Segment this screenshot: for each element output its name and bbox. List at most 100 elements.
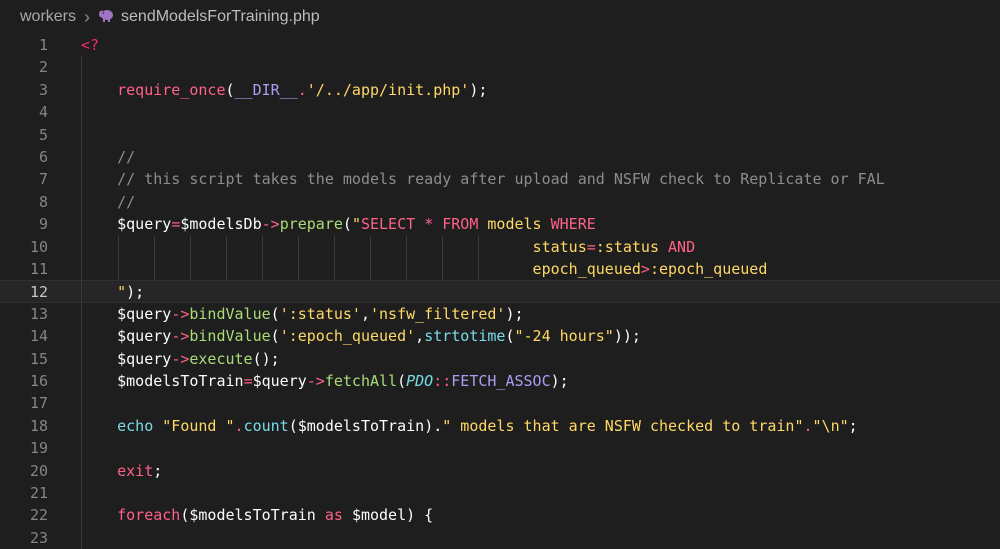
code-line[interactable]: 21 [0, 482, 1000, 504]
code-token: strtotime [424, 327, 506, 346]
code-token: $modelsDb [180, 215, 262, 234]
indent-guide [334, 235, 335, 281]
code-token: AND [668, 237, 696, 256]
line-number: 10 [29, 237, 48, 256]
code-token: "-24 hours" [514, 327, 614, 346]
code-line[interactable]: 6 // [0, 146, 1000, 168]
code-token: -> [171, 349, 190, 368]
line-number: 13 [29, 304, 48, 323]
indent-guide [226, 235, 227, 281]
code-token: models [487, 215, 551, 234]
code-line[interactable]: 12 "); [0, 280, 1000, 303]
code-text: // [81, 191, 135, 213]
code-token: -> [261, 215, 280, 234]
code-token: , [415, 327, 425, 346]
line-number: 19 [29, 439, 48, 458]
code-token: // [81, 192, 136, 211]
code-line[interactable]: 23 [0, 527, 1000, 549]
code-line[interactable]: 2 [0, 56, 1000, 78]
code-token: ( [225, 80, 235, 99]
code-line[interactable]: 9 $query=$modelsDb->prepare("SELECT * FR… [0, 213, 1000, 235]
code-text: $query->bindValue(':epoch_queued',strtot… [81, 325, 641, 347]
code-line[interactable]: 14 $query->bindValue(':epoch_queued',str… [0, 325, 1000, 347]
code-text: $query->bindValue(':status','nsfw_filter… [81, 303, 523, 325]
line-number: 11 [29, 260, 48, 278]
code-line[interactable]: 7 // this script takes the models ready … [0, 168, 1000, 190]
code-token: __DIR__ [234, 80, 298, 99]
code-token: . [297, 80, 307, 99]
indent-guide [298, 235, 299, 281]
code-token: $modelsToTrain [189, 506, 325, 525]
code-token: = [586, 237, 596, 256]
code-line[interactable]: 4 [0, 101, 1000, 123]
code-token: $query [117, 349, 172, 368]
code-token: "Found " [162, 416, 235, 435]
code-line[interactable]: 16 $modelsToTrain=$query->fetchAll(PDO::… [0, 370, 1000, 392]
code-token: status [532, 237, 587, 256]
code-line[interactable]: 19 [0, 437, 1000, 459]
code-token: ). [424, 416, 443, 435]
indent-guide [406, 235, 407, 281]
breadcrumb: workers › sendModelsForTraining.php [0, 0, 1000, 34]
code-line[interactable]: 3 require_once(__DIR__.'/../app/init.php… [0, 79, 1000, 101]
code-token: -> [306, 372, 325, 390]
code-token: ( [505, 327, 515, 346]
code-line[interactable]: 8 // [0, 191, 1000, 213]
code-text: foreach($modelsToTrain as $model) { [81, 504, 433, 526]
code-token: // [81, 148, 136, 166]
code-editor[interactable]: 1 <? 2 3 require_once(__DIR__.'/../app/init… [0, 34, 1000, 549]
code-line[interactable]: 1 <? [0, 34, 1000, 56]
code-text: "); [81, 281, 144, 303]
code-line[interactable]: 5 [0, 124, 1000, 146]
code-line[interactable]: 10 status=:status AND [0, 236, 1000, 258]
code-token: ( [342, 215, 352, 234]
line-number: 9 [38, 215, 48, 234]
code-line[interactable]: 18 echo "Found ".count($modelsToTrain)."… [0, 415, 1000, 437]
line-number: 21 [29, 484, 48, 502]
code-token: ( [270, 304, 280, 323]
code-line[interactable]: 13 $query->bindValue(':status','nsfw_fil… [0, 303, 1000, 325]
code-token: -> [171, 304, 190, 323]
code-token: , [360, 304, 370, 323]
breadcrumb-file[interactable]: sendModelsForTraining.php [121, 8, 320, 26]
indent-guide [154, 235, 155, 281]
code-token: ; [848, 416, 858, 435]
code-token: $query [117, 327, 172, 346]
line-number: 4 [38, 103, 48, 122]
code-token: $query [117, 215, 172, 234]
code-token: $query [252, 372, 307, 390]
code-token: ; [153, 461, 163, 480]
line-number: 1 [38, 36, 48, 54]
code-token: fetchAll [324, 372, 398, 390]
code-token: bindValue [189, 304, 271, 323]
indent-guide [370, 235, 371, 281]
code-token: echo [117, 416, 163, 435]
code-token: . [234, 416, 244, 435]
code-token: ) { [406, 506, 434, 525]
code-token: ':epoch_queued' [279, 327, 416, 346]
code-line[interactable]: 20 exit; [0, 460, 1000, 482]
code-line[interactable]: 11 epoch_queued>:epoch_queued [0, 258, 1000, 280]
code-token: (); [252, 349, 280, 368]
code-token: 'nsfw_filtered' [370, 304, 506, 323]
line-number: 18 [29, 416, 48, 435]
code-token: execute [189, 349, 253, 368]
line-number: 23 [29, 528, 48, 547]
code-token: FETCH_ASSOC [451, 372, 551, 390]
line-number: 3 [38, 80, 48, 99]
code-line[interactable]: 22 foreach($modelsToTrain as $model) { [0, 504, 1000, 526]
code-token: WHERE [550, 215, 596, 234]
breadcrumb-folder[interactable]: workers [20, 8, 76, 26]
code-token: " [117, 283, 127, 302]
code-line[interactable]: 17 [0, 392, 1000, 414]
code-token: " [351, 215, 361, 234]
code-text: $modelsToTrain=$query->fetchAll(PDO::FET… [81, 370, 569, 392]
code-token: '/../app/init.php' [306, 80, 470, 99]
line-number: 5 [38, 125, 48, 144]
indent-guide [442, 235, 443, 281]
code-text: epoch_queued>:epoch_queued [81, 258, 768, 280]
code-line[interactable]: 15 $query->execute(); [0, 348, 1000, 370]
